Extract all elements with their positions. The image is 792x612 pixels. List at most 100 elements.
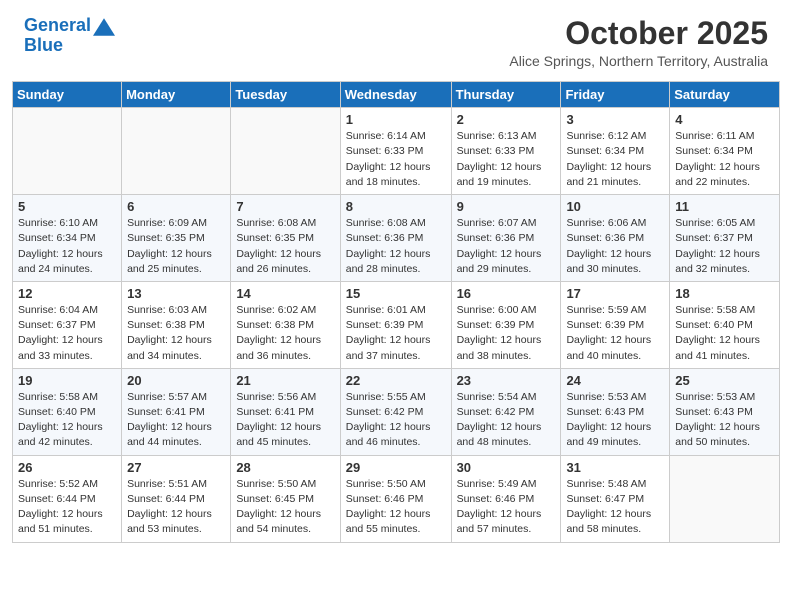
calendar-week-1: 1 Sunrise: 6:14 AM Sunset: 6:33 PM Daylig…	[13, 108, 780, 195]
col-header-monday: Monday	[122, 82, 231, 108]
day-number: 18	[675, 286, 774, 301]
day-info: Sunrise: 6:09 AM Sunset: 6:35 PM Dayligh…	[127, 216, 225, 277]
day-info: Sunrise: 6:13 AM Sunset: 6:33 PM Dayligh…	[457, 129, 556, 190]
day-info: Sunrise: 6:04 AM Sunset: 6:37 PM Dayligh…	[18, 303, 116, 364]
day-number: 12	[18, 286, 116, 301]
day-number: 16	[457, 286, 556, 301]
logo: General Blue	[24, 16, 115, 56]
day-number: 20	[127, 373, 225, 388]
col-header-saturday: Saturday	[670, 82, 780, 108]
day-info: Sunrise: 6:07 AM Sunset: 6:36 PM Dayligh…	[457, 216, 556, 277]
logo-general: General	[24, 15, 91, 35]
day-info: Sunrise: 6:06 AM Sunset: 6:36 PM Dayligh…	[566, 216, 664, 277]
calendar-cell: 14 Sunrise: 6:02 AM Sunset: 6:38 PM Dayli…	[231, 281, 340, 368]
col-header-wednesday: Wednesday	[340, 82, 451, 108]
day-number: 21	[236, 373, 334, 388]
calendar-week-4: 19Sunrise: 5:58 AM Sunset: 6:40 PM Dayli…	[13, 368, 780, 455]
day-number: 27	[127, 460, 225, 475]
calendar-cell: 19Sunrise: 5:58 AM Sunset: 6:40 PM Dayli…	[13, 368, 122, 455]
day-info: Sunrise: 6:05 AM Sunset: 6:37 PM Dayligh…	[675, 216, 774, 277]
day-info: Sunrise: 6:02 AM Sunset: 6:38 PM Dayligh…	[236, 303, 334, 364]
calendar-cell: 22 Sunrise: 5:55 AM Sunset: 6:42 PM Dayli…	[340, 368, 451, 455]
day-number: 25	[675, 373, 774, 388]
day-number: 6	[127, 199, 225, 214]
day-info: Sunrise: 6:03 AM Sunset: 6:38 PM Dayligh…	[127, 303, 225, 364]
day-number: 31	[566, 460, 664, 475]
day-info: Sunrise: 5:48 AM Sunset: 6:47 PM Dayligh…	[566, 477, 664, 538]
day-number: 17	[566, 286, 664, 301]
day-info: Sunrise: 6:01 AM Sunset: 6:39 PM Dayligh…	[346, 303, 446, 364]
day-info: Sunrise: 5:52 AM Sunset: 6:44 PM Dayligh…	[18, 477, 116, 538]
calendar-cell: 25 Sunrise: 5:53 AM Sunset: 6:43 PM Dayli…	[670, 368, 780, 455]
calendar-cell: 5 Sunrise: 6:10 AM Sunset: 6:34 PM Daylig…	[13, 195, 122, 282]
calendar-week-2: 5 Sunrise: 6:10 AM Sunset: 6:34 PM Daylig…	[13, 195, 780, 282]
calendar-week-5: 26Sunrise: 5:52 AM Sunset: 6:44 PM Dayli…	[13, 455, 780, 542]
calendar-cell: 11Sunrise: 6:05 AM Sunset: 6:37 PM Dayli…	[670, 195, 780, 282]
day-number: 4	[675, 112, 774, 127]
day-info: Sunrise: 6:11 AM Sunset: 6:34 PM Dayligh…	[675, 129, 774, 190]
calendar-cell: 2 Sunrise: 6:13 AM Sunset: 6:33 PM Daylig…	[451, 108, 561, 195]
day-number: 7	[236, 199, 334, 214]
day-info: Sunrise: 5:58 AM Sunset: 6:40 PM Dayligh…	[18, 390, 116, 451]
day-number: 1	[346, 112, 446, 127]
logo-blue: Blue	[24, 35, 63, 55]
calendar-cell: 23Sunrise: 5:54 AM Sunset: 6:42 PM Dayli…	[451, 368, 561, 455]
day-number: 2	[457, 112, 556, 127]
calendar-cell: 17 Sunrise: 5:59 AM Sunset: 6:39 PM Dayli…	[561, 281, 670, 368]
day-number: 3	[566, 112, 664, 127]
day-number: 23	[457, 373, 556, 388]
day-info: Sunrise: 6:10 AM Sunset: 6:34 PM Dayligh…	[18, 216, 116, 277]
day-info: Sunrise: 6:12 AM Sunset: 6:34 PM Dayligh…	[566, 129, 664, 190]
calendar-cell	[13, 108, 122, 195]
calendar-cell: 18 Sunrise: 5:58 AM Sunset: 6:40 PM Dayli…	[670, 281, 780, 368]
calendar-cell: 4 Sunrise: 6:11 AM Sunset: 6:34 PM Daylig…	[670, 108, 780, 195]
calendar-cell: 9 Sunrise: 6:07 AM Sunset: 6:36 PM Daylig…	[451, 195, 561, 282]
day-number: 5	[18, 199, 116, 214]
calendar-cell: 8 Sunrise: 6:08 AM Sunset: 6:36 PM Daylig…	[340, 195, 451, 282]
day-info: Sunrise: 5:53 AM Sunset: 6:43 PM Dayligh…	[675, 390, 774, 451]
subtitle: Alice Springs, Northern Territory, Austr…	[509, 53, 768, 69]
calendar-cell: 16 Sunrise: 6:00 AM Sunset: 6:39 PM Dayli…	[451, 281, 561, 368]
calendar-cell: 26Sunrise: 5:52 AM Sunset: 6:44 PM Dayli…	[13, 455, 122, 542]
title-block: October 2025 Alice Springs, Northern Ter…	[509, 16, 768, 69]
day-number: 14	[236, 286, 334, 301]
calendar-cell: 7Sunrise: 6:08 AM Sunset: 6:35 PM Daylig…	[231, 195, 340, 282]
day-info: Sunrise: 6:08 AM Sunset: 6:36 PM Dayligh…	[346, 216, 446, 277]
calendar-cell: 10Sunrise: 6:06 AM Sunset: 6:36 PM Dayli…	[561, 195, 670, 282]
day-info: Sunrise: 5:50 AM Sunset: 6:46 PM Dayligh…	[346, 477, 446, 538]
day-info: Sunrise: 5:56 AM Sunset: 6:41 PM Dayligh…	[236, 390, 334, 451]
calendar-cell: 1 Sunrise: 6:14 AM Sunset: 6:33 PM Daylig…	[340, 108, 451, 195]
col-header-friday: Friday	[561, 82, 670, 108]
calendar-cell: 3 Sunrise: 6:12 AM Sunset: 6:34 PM Daylig…	[561, 108, 670, 195]
calendar-cell	[122, 108, 231, 195]
day-info: Sunrise: 5:58 AM Sunset: 6:40 PM Dayligh…	[675, 303, 774, 364]
day-number: 22	[346, 373, 446, 388]
day-number: 9	[457, 199, 556, 214]
calendar: SundayMondayTuesdayWednesdayThursdayFrid…	[12, 81, 780, 542]
calendar-cell: 27Sunrise: 5:51 AM Sunset: 6:44 PM Dayli…	[122, 455, 231, 542]
day-number: 13	[127, 286, 225, 301]
logo-icon	[93, 16, 115, 38]
header: General Blue October 2025 Alice Springs,…	[0, 0, 792, 73]
calendar-cell: 6 Sunrise: 6:09 AM Sunset: 6:35 PM Daylig…	[122, 195, 231, 282]
day-info: Sunrise: 5:50 AM Sunset: 6:45 PM Dayligh…	[236, 477, 334, 538]
day-info: Sunrise: 5:57 AM Sunset: 6:41 PM Dayligh…	[127, 390, 225, 451]
day-number: 29	[346, 460, 446, 475]
calendar-cell: 12 Sunrise: 6:04 AM Sunset: 6:37 PM Dayli…	[13, 281, 122, 368]
calendar-cell: 29 Sunrise: 5:50 AM Sunset: 6:46 PM Dayli…	[340, 455, 451, 542]
day-info: Sunrise: 6:14 AM Sunset: 6:33 PM Dayligh…	[346, 129, 446, 190]
day-info: Sunrise: 5:49 AM Sunset: 6:46 PM Dayligh…	[457, 477, 556, 538]
calendar-cell	[231, 108, 340, 195]
day-number: 8	[346, 199, 446, 214]
day-number: 28	[236, 460, 334, 475]
calendar-cell	[670, 455, 780, 542]
calendar-cell: 21 Sunrise: 5:56 AM Sunset: 6:41 PM Dayli…	[231, 368, 340, 455]
day-info: Sunrise: 5:59 AM Sunset: 6:39 PM Dayligh…	[566, 303, 664, 364]
calendar-cell: 13 Sunrise: 6:03 AM Sunset: 6:38 PM Dayli…	[122, 281, 231, 368]
month-title: October 2025	[509, 16, 768, 51]
day-info: Sunrise: 5:55 AM Sunset: 6:42 PM Dayligh…	[346, 390, 446, 451]
calendar-cell: 24Sunrise: 5:53 AM Sunset: 6:43 PM Dayli…	[561, 368, 670, 455]
calendar-header-row: SundayMondayTuesdayWednesdayThursdayFrid…	[13, 82, 780, 108]
day-info: Sunrise: 6:00 AM Sunset: 6:39 PM Dayligh…	[457, 303, 556, 364]
calendar-cell: 31 Sunrise: 5:48 AM Sunset: 6:47 PM Dayli…	[561, 455, 670, 542]
